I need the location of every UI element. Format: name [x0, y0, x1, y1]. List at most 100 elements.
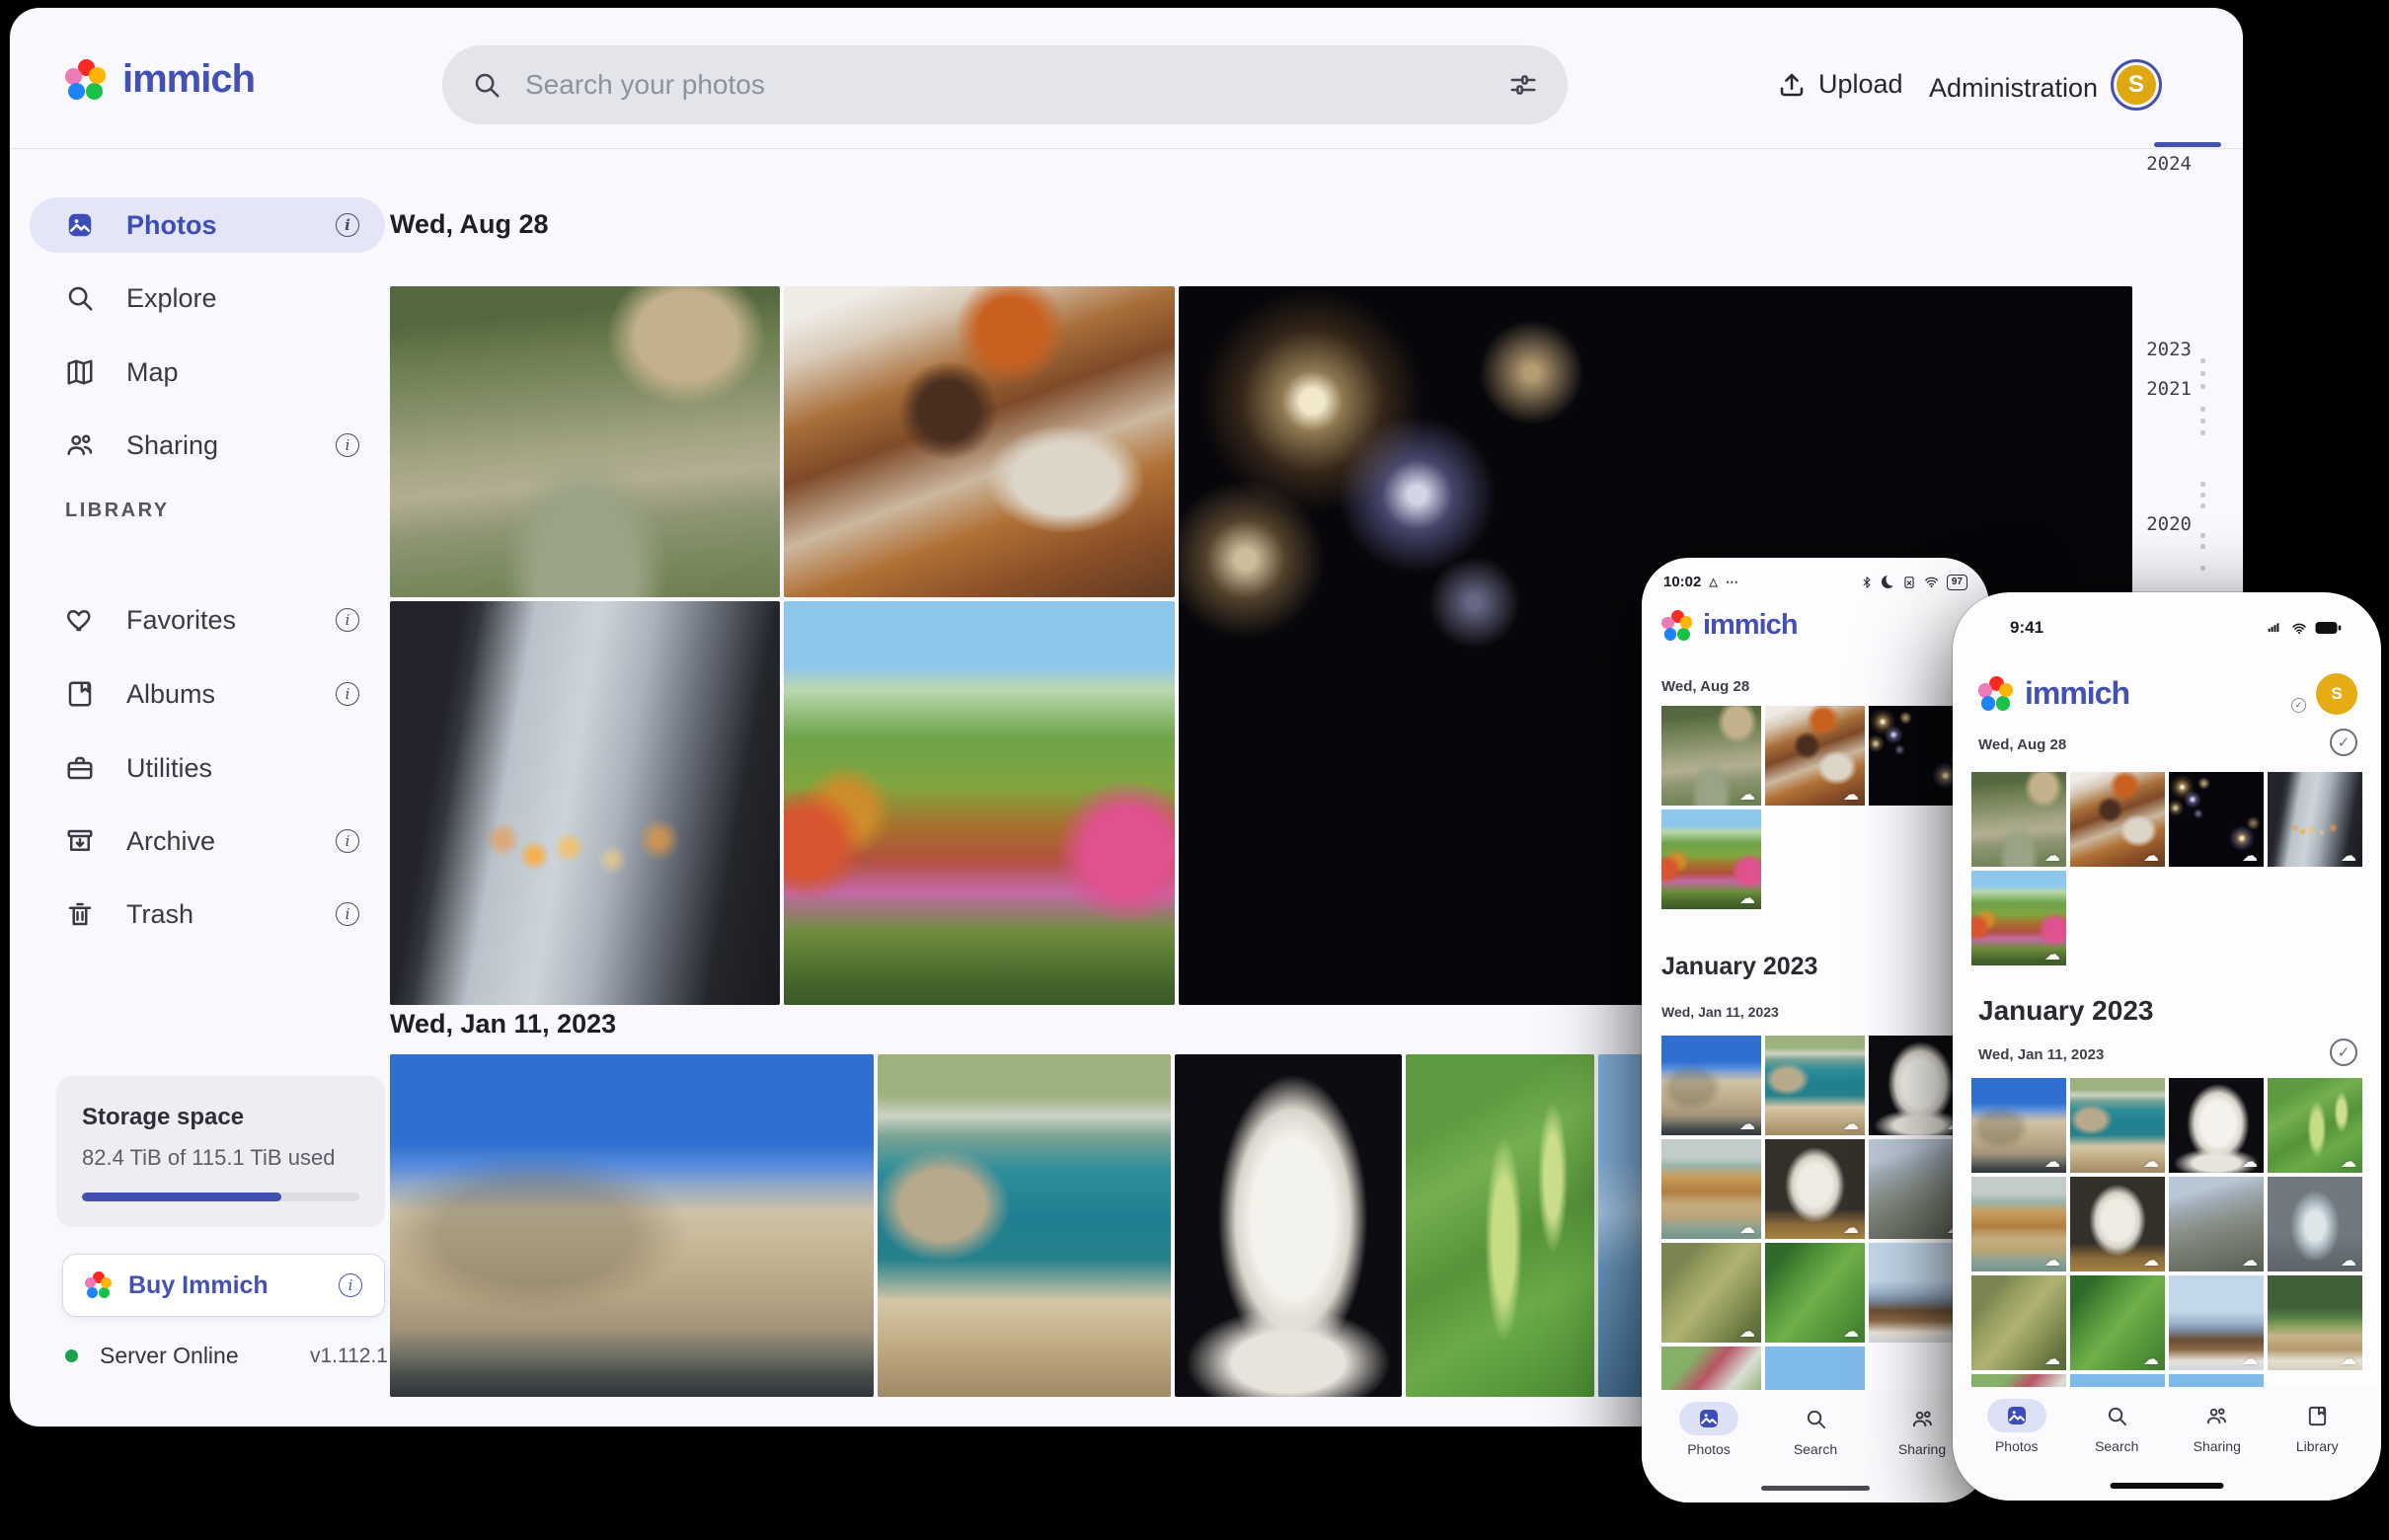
photo-hands[interactable] — [390, 601, 780, 1005]
cloud-icon: ☁ — [1739, 1324, 1755, 1340]
photo-fortress[interactable] — [390, 1054, 874, 1397]
photo-lizard[interactable]: ☁ — [1661, 1243, 1761, 1343]
photo-coast[interactable]: ☁ — [2070, 1078, 2165, 1173]
select-all-checkbox[interactable]: ✓ — [2330, 1039, 2357, 1066]
info-icon[interactable] — [339, 1273, 362, 1297]
photo-ruin[interactable]: ☁ — [2169, 1177, 2264, 1271]
photo-hands[interactable]: ☁ — [2268, 772, 2362, 867]
filter-icon[interactable] — [1508, 70, 1538, 100]
photo-fireworks[interactable]: ☁ — [2169, 772, 2264, 867]
cloud-icon: ☁ — [2242, 848, 2258, 864]
sidebar-item-explore[interactable]: Explore — [30, 270, 385, 326]
server-status: Server Online — [100, 1343, 288, 1369]
photo-park[interactable]: ☁ — [1661, 809, 1761, 909]
timeline-dot — [2200, 544, 2205, 549]
date-header: Wed, Jan 11, 2023 — [1978, 1046, 2104, 1063]
cloud-icon: ☁ — [2044, 947, 2060, 962]
nav-item-sharing[interactable]: Sharing — [1892, 1402, 1952, 1502]
photo-plant[interactable]: ☁ — [2268, 1078, 2362, 1173]
photo-church[interactable]: ☁ — [2169, 1275, 2264, 1370]
storage-progress — [82, 1193, 359, 1201]
info-icon[interactable] — [336, 902, 359, 926]
buy-immich-label: Buy Immich — [128, 1271, 323, 1300]
select-all-checkbox[interactable]: ✓ — [2330, 729, 2357, 756]
timeline-dot — [2200, 482, 2205, 487]
sidebar-item-favorites[interactable]: Favorites — [30, 592, 385, 648]
buy-immich-button[interactable]: Buy Immich — [62, 1254, 385, 1317]
sidebar-item-label: Favorites — [126, 605, 304, 636]
timeline-year[interactable]: 2024 — [2113, 153, 2192, 175]
home-indicator[interactable] — [1761, 1486, 1870, 1491]
photo-cliff[interactable]: ☁ — [1661, 1139, 1761, 1239]
nav-label: Photos — [1995, 1438, 2039, 1454]
sidebar-item-trash[interactable]: Trash — [30, 886, 385, 942]
timeline-year[interactable]: 2020 — [2113, 513, 2192, 535]
sidebar-item-map[interactable]: Map — [30, 345, 385, 400]
sidebar-item-albums[interactable]: Albums — [30, 666, 385, 722]
sidebar-item-label: Utilities — [126, 753, 359, 784]
photo-plant[interactable] — [1406, 1054, 1594, 1397]
avatar[interactable]: S — [2316, 673, 2357, 715]
info-icon[interactable] — [336, 829, 359, 853]
photo-bust[interactable]: ☁ — [2169, 1078, 2264, 1173]
photo-monkeys[interactable] — [390, 286, 780, 597]
nav-item-library[interactable]: Library — [2287, 1399, 2347, 1501]
info-icon[interactable] — [336, 433, 359, 457]
cloud-icon: ☁ — [2242, 1253, 2258, 1269]
photo-dinner[interactable]: ☁ — [2070, 772, 2165, 867]
info-icon[interactable] — [336, 682, 359, 706]
photo-park[interactable]: ☁ — [1971, 871, 2066, 965]
photo-village[interactable]: ☁ — [2268, 1275, 2362, 1370]
server-version: v1.112.1 — [310, 1345, 388, 1368]
cloud-icon: ☁ — [2143, 848, 2159, 864]
timeline-dot — [2200, 358, 2205, 363]
cloud-icon: ☁ — [2044, 1154, 2060, 1170]
photo-cliff[interactable]: ☁ — [1971, 1177, 2066, 1271]
marketing-composite: immich Upload Administration S Photos — [0, 0, 2389, 1540]
photo-stone-sculpture[interactable]: ☁ — [2070, 1177, 2165, 1271]
administration-link[interactable]: Administration — [1929, 73, 2098, 104]
photo-coast[interactable]: ☁ — [1765, 1036, 1865, 1135]
photo-park[interactable] — [784, 601, 1175, 1005]
nav-item-photos[interactable]: Photos — [1679, 1402, 1738, 1502]
sidebar-item-utilities[interactable]: Utilities — [30, 740, 385, 796]
photo-lizard[interactable]: ☁ — [2070, 1275, 2165, 1370]
photo-bust[interactable] — [1175, 1054, 1402, 1397]
photo-fortress[interactable]: ☁ — [1661, 1036, 1761, 1135]
photo-fortress[interactable]: ☁ — [1971, 1078, 2066, 1173]
sidebar-item-photos[interactable]: Photos — [30, 197, 385, 253]
phone-android-mockup: 10:02 △ ⋯ 97 immich Wed, Aug 28 ☁ ☁ ☁ Ja… — [1642, 558, 1989, 1502]
timeline-indicator[interactable] — [2154, 142, 2221, 147]
photo-lizard[interactable]: ☁ — [1765, 1243, 1865, 1343]
photo-dinner[interactable]: ☁ — [1765, 706, 1865, 806]
photo-monkeys[interactable]: ☁ — [1971, 772, 2066, 867]
photo-dinner[interactable] — [784, 286, 1175, 597]
upload-button[interactable]: Upload — [1777, 69, 1903, 100]
info-icon[interactable] — [336, 213, 359, 237]
nav-label: Search — [2095, 1438, 2138, 1454]
nav-item-photos[interactable]: Photos — [1987, 1399, 2046, 1501]
photo-silver-ornament[interactable]: ☁ — [2268, 1177, 2362, 1271]
timeline-dot — [2200, 371, 2205, 376]
photo-coast[interactable] — [878, 1054, 1171, 1397]
backup-cloud-button[interactable]: ☁ ✓ — [1953, 677, 2302, 711]
cloud-icon: ☁ — [1739, 787, 1755, 803]
photo-monkeys[interactable]: ☁ — [1661, 706, 1761, 806]
sidebar-item-label: Sharing — [126, 430, 304, 461]
month-header: January 2023 — [1978, 995, 2153, 1027]
photo-lizard[interactable]: ☁ — [1971, 1275, 2066, 1370]
sidebar-item-sharing[interactable]: Sharing — [30, 418, 385, 473]
timeline-year[interactable]: 2023 — [2113, 339, 2192, 360]
photo-stone-sculpture[interactable]: ☁ — [1765, 1139, 1865, 1239]
nav-label: Search — [1794, 1441, 1837, 1457]
search-bar — [442, 45, 1568, 124]
user-menu[interactable]: S — [2111, 59, 2162, 111]
home-indicator[interactable] — [2111, 1483, 2224, 1489]
sidebar-item-archive[interactable]: Archive — [30, 813, 385, 869]
cloud-icon: ☁ — [1739, 890, 1755, 906]
avatar-initial: S — [2331, 684, 2342, 704]
search-input[interactable] — [523, 68, 1487, 102]
timeline-year[interactable]: 2021 — [2113, 378, 2192, 400]
sidebar-item-label: Explore — [126, 283, 359, 314]
info-icon[interactable] — [336, 608, 359, 632]
